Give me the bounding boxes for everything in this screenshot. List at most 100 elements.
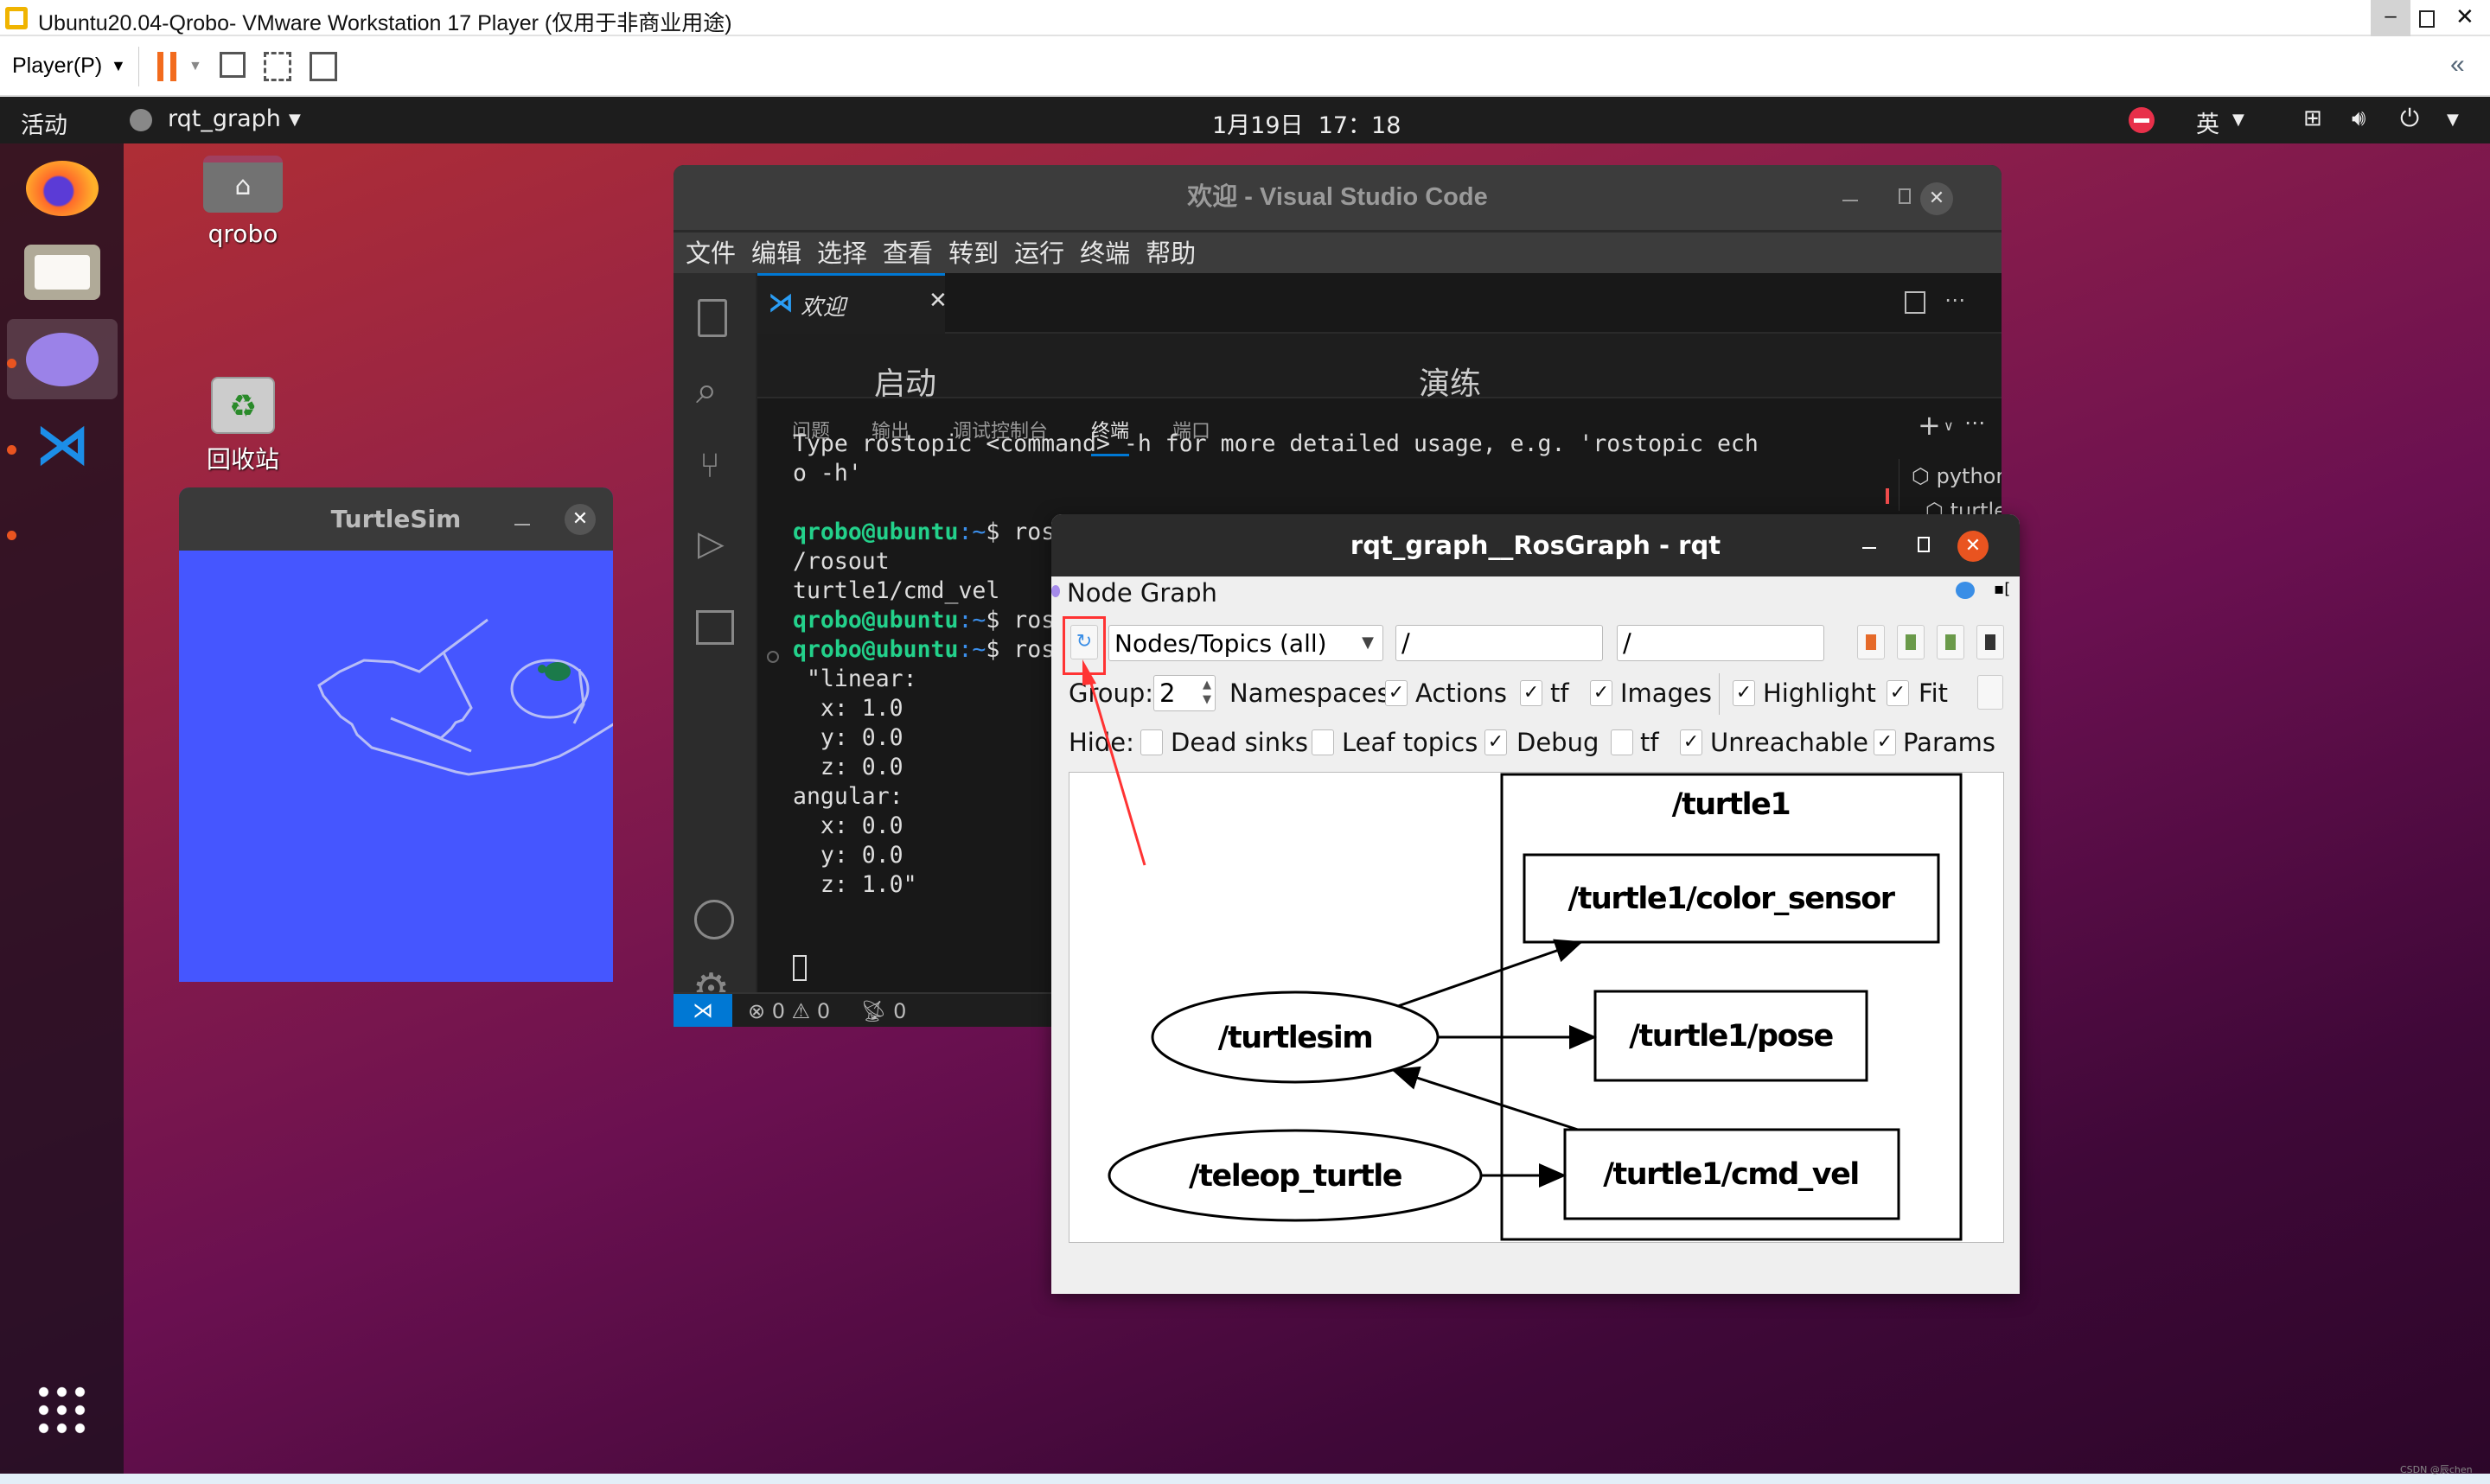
maximize-button[interactable]	[1899, 188, 1911, 204]
menu-selection[interactable]: 选择	[817, 232, 867, 273]
close-button[interactable]: ✕	[2455, 3, 2474, 30]
minimize-button[interactable]	[1862, 547, 1876, 549]
chevron-down-icon[interactable]: ▼	[2447, 111, 2459, 129]
problems-status[interactable]: ⊗ 0 ⚠ 0	[748, 999, 830, 1023]
prompt-sign: $	[986, 607, 1014, 634]
close-plugin-icon[interactable]: ▪[	[1994, 580, 2010, 598]
window-title: Ubuntu20.04-Qrobo- VMware Workstation 17…	[38, 11, 732, 35]
menu-edit[interactable]: 编辑	[751, 232, 801, 273]
cluster-label: /turtle1	[1672, 787, 1791, 822]
vmware-toolbar: Player(P) ▼ ▼ «	[0, 36, 2490, 97]
account-icon[interactable]	[694, 900, 734, 939]
show-apps-icon[interactable]	[35, 1383, 88, 1436]
ports-status[interactable]: 📡︎ 0	[860, 999, 906, 1023]
network-icon[interactable]: ⊞	[2303, 105, 2322, 131]
collapse-toolbar-icon[interactable]: «	[2450, 50, 2465, 80]
tf-checkbox[interactable]: ✓	[1520, 680, 1542, 706]
remote-button[interactable]: ⋊	[674, 994, 732, 1027]
do-not-disturb-icon[interactable]	[2129, 107, 2155, 133]
volume-icon[interactable]: 🔊︎	[2352, 105, 2366, 132]
load-dot-button[interactable]	[1857, 625, 1885, 659]
fit-checkbox[interactable]: ✓	[1887, 680, 1909, 706]
app-menu[interactable]: rqt_graph	[168, 105, 281, 132]
running-indicator	[7, 359, 16, 368]
fullscreen-icon[interactable]	[264, 52, 291, 81]
extensions-icon[interactable]	[696, 610, 734, 645]
chevron-down-icon[interactable]: ▼	[188, 59, 202, 74]
line-text: y: 0.0	[793, 842, 903, 869]
search-icon[interactable]: ⌕	[696, 368, 718, 412]
topic-label: /turtle1/pose	[1629, 1019, 1833, 1054]
more-actions-icon[interactable]: ⋯	[1964, 411, 1985, 435]
unity-icon[interactable]	[310, 52, 337, 81]
save-svg-button[interactable]	[1937, 625, 1964, 659]
leaf-topics-checkbox[interactable]	[1312, 729, 1334, 755]
prompt-sign: $	[986, 636, 1014, 663]
namespaces-label[interactable]: Namespaces	[1229, 678, 1390, 708]
menu-go[interactable]: 转到	[948, 232, 999, 273]
split-editor-icon[interactable]	[1905, 291, 1925, 314]
explorer-icon[interactable]	[698, 299, 727, 337]
desktop-icon-home[interactable]: ⌂ qrobo	[195, 156, 290, 248]
help-icon[interactable]	[1956, 582, 1975, 599]
more-actions-icon[interactable]: ⋯	[1944, 288, 1965, 312]
chevron-down-icon[interactable]: ▼	[111, 57, 126, 75]
close-button[interactable]: ✕	[565, 504, 596, 535]
node-filter-input[interactable]: /	[1395, 625, 1603, 661]
files-icon[interactable]	[24, 245, 100, 300]
vmware-logo-icon	[5, 7, 28, 29]
images-checkbox[interactable]: ✓	[1590, 680, 1612, 706]
rqt-globe-icon[interactable]	[7, 319, 118, 399]
line-text: "linear:	[793, 666, 917, 692]
minimize-button[interactable]: –	[2371, 0, 2410, 36]
desktop-icon-label: qrobo	[208, 220, 278, 248]
vscode-icon[interactable]: ⋊	[26, 417, 99, 473]
params-label: Params	[1903, 728, 1996, 757]
menu-run[interactable]: 运行	[1014, 232, 1064, 273]
terminal-line: Type rostopic <command> -h for more deta…	[793, 430, 1891, 459]
desktop-icon-trash[interactable]: ♻ 回收站	[195, 377, 290, 487]
desktop-icon-label: 回收站	[206, 445, 279, 474]
clock[interactable]: 1月19日 17：18	[1212, 106, 1401, 140]
node-label: /turtlesim	[1218, 1021, 1372, 1055]
menu-file[interactable]: 文件	[686, 232, 736, 273]
menu-help[interactable]: 帮助	[1146, 232, 1196, 273]
menu-view[interactable]: 查看	[883, 232, 933, 273]
run-debug-icon[interactable]: ▷	[698, 524, 725, 564]
hide-tf-checkbox[interactable]	[1611, 729, 1633, 755]
pause-icon[interactable]	[157, 52, 176, 81]
unreachable-checkbox[interactable]: ✓	[1680, 729, 1702, 755]
chevron-down-icon[interactable]: ∨	[1944, 417, 1954, 434]
actions-checkbox[interactable]: ✓	[1385, 680, 1408, 706]
close-button[interactable]: ✕	[1920, 182, 1953, 215]
minimize-button[interactable]	[514, 524, 530, 525]
source-control-icon[interactable]: ⑂	[699, 446, 720, 486]
player-menu[interactable]: Player(P)	[12, 54, 102, 79]
save-image-button[interactable]	[1976, 625, 2004, 659]
new-terminal-icon[interactable]: +	[1918, 409, 1941, 442]
menu-terminal[interactable]: 终端	[1080, 232, 1130, 273]
power-icon[interactable]: ⏻	[2400, 104, 2419, 133]
debug-checkbox[interactable]: ✓	[1484, 729, 1507, 755]
input-method[interactable]: 英	[2196, 105, 2219, 139]
firefox-icon[interactable]	[26, 161, 99, 216]
send-ctrl-alt-del-icon[interactable]	[220, 52, 246, 78]
close-button[interactable]: ✕	[1957, 531, 1989, 562]
line-text: y: 0.0	[793, 724, 903, 751]
topic-filter-input[interactable]: /	[1617, 625, 1824, 661]
save-dot-button[interactable]	[1897, 625, 1925, 659]
chevron-down-icon[interactable]: ▼	[2232, 111, 2244, 129]
tab-welcome[interactable]: ⋊ 欢迎 ✕	[757, 273, 948, 334]
maximize-button[interactable]	[1918, 537, 1930, 552]
debug-label: Debug	[1516, 728, 1599, 757]
params-checkbox[interactable]: ✓	[1874, 729, 1896, 755]
error-count: 0	[771, 999, 786, 1023]
chevron-down-icon[interactable]: ▼	[289, 111, 301, 129]
restore-button[interactable]	[2419, 10, 2435, 28]
terminal-session-python3[interactable]: ⬡ python3	[1912, 464, 2002, 488]
activities-button[interactable]: 活动	[21, 106, 67, 140]
fit-in-view-button[interactable]	[1977, 675, 2003, 710]
minimize-button[interactable]	[1842, 200, 1858, 201]
unreachable-label: Unreachable	[1710, 728, 1868, 757]
highlight-checkbox[interactable]: ✓	[1733, 680, 1755, 706]
